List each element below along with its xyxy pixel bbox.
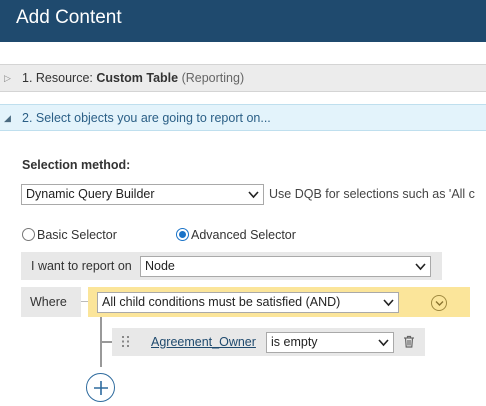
add-circle-icon	[94, 381, 108, 395]
section-resource-name: Custom Table	[96, 71, 179, 85]
selection-method-value: Dynamic Query Builder	[26, 187, 155, 201]
section-resource-qualifier: (Reporting)	[181, 71, 245, 85]
selection-method-hint: Use DQB for selections such as 'All c	[269, 187, 475, 201]
condition-operator-select[interactable]: is empty	[266, 332, 394, 353]
where-box: Where	[21, 287, 81, 317]
collapse-arrow-icon[interactable]: ◢	[4, 113, 11, 124]
advanced-selector-label: Advanced Selector	[191, 228, 296, 242]
radio-button[interactable]	[22, 228, 35, 241]
dropdown-caret-icon	[383, 299, 394, 307]
basic-selector-radio[interactable]: Basic Selector	[22, 228, 117, 242]
where-label: Where	[30, 295, 67, 309]
chevron-down-icon	[435, 301, 444, 306]
condition-field-link[interactable]: Agreement_Owner	[151, 335, 256, 349]
basic-selector-label: Basic Selector	[37, 228, 117, 242]
section-resource-label: 1. Resource: Custom Table (Reporting)	[22, 71, 244, 85]
condition-operator-value: is empty	[271, 335, 318, 349]
condition-logic-value: All child conditions must be satisfied (…	[102, 295, 341, 309]
report-on-label: I want to report on	[31, 259, 132, 273]
tree-branch	[100, 341, 112, 343]
report-on-select[interactable]: Node	[140, 256, 431, 277]
window-title: Add Content	[16, 7, 122, 28]
report-on-value: Node	[145, 259, 175, 273]
section-resource[interactable]: ▷ 1. Resource: Custom Table (Reporting)	[0, 64, 486, 92]
section-resource-number: 1. Resource:	[22, 71, 93, 85]
dropdown-caret-icon	[378, 339, 389, 347]
title-bar: Add Content	[0, 0, 486, 42]
drag-handle-icon[interactable]	[122, 336, 130, 347]
trash-icon[interactable]	[403, 335, 415, 348]
expand-arrow-icon[interactable]: ▷	[4, 73, 11, 84]
section-select-objects-label: 2. Select objects you are going to repor…	[22, 111, 271, 125]
chevron-down-circle-icon[interactable]	[431, 295, 447, 311]
add-condition-button[interactable]	[86, 373, 115, 402]
dropdown-caret-icon	[415, 263, 426, 271]
selection-method-label: Selection method:	[22, 158, 131, 172]
dropdown-caret-icon	[248, 191, 259, 199]
advanced-selector-radio[interactable]: Advanced Selector	[176, 228, 296, 242]
selection-method-select[interactable]: Dynamic Query Builder	[21, 184, 264, 205]
condition-logic-select[interactable]: All child conditions must be satisfied (…	[97, 292, 399, 313]
radio-button-selected[interactable]	[176, 228, 189, 241]
section-select-objects[interactable]: ◢ 2. Select objects you are going to rep…	[0, 104, 486, 131]
